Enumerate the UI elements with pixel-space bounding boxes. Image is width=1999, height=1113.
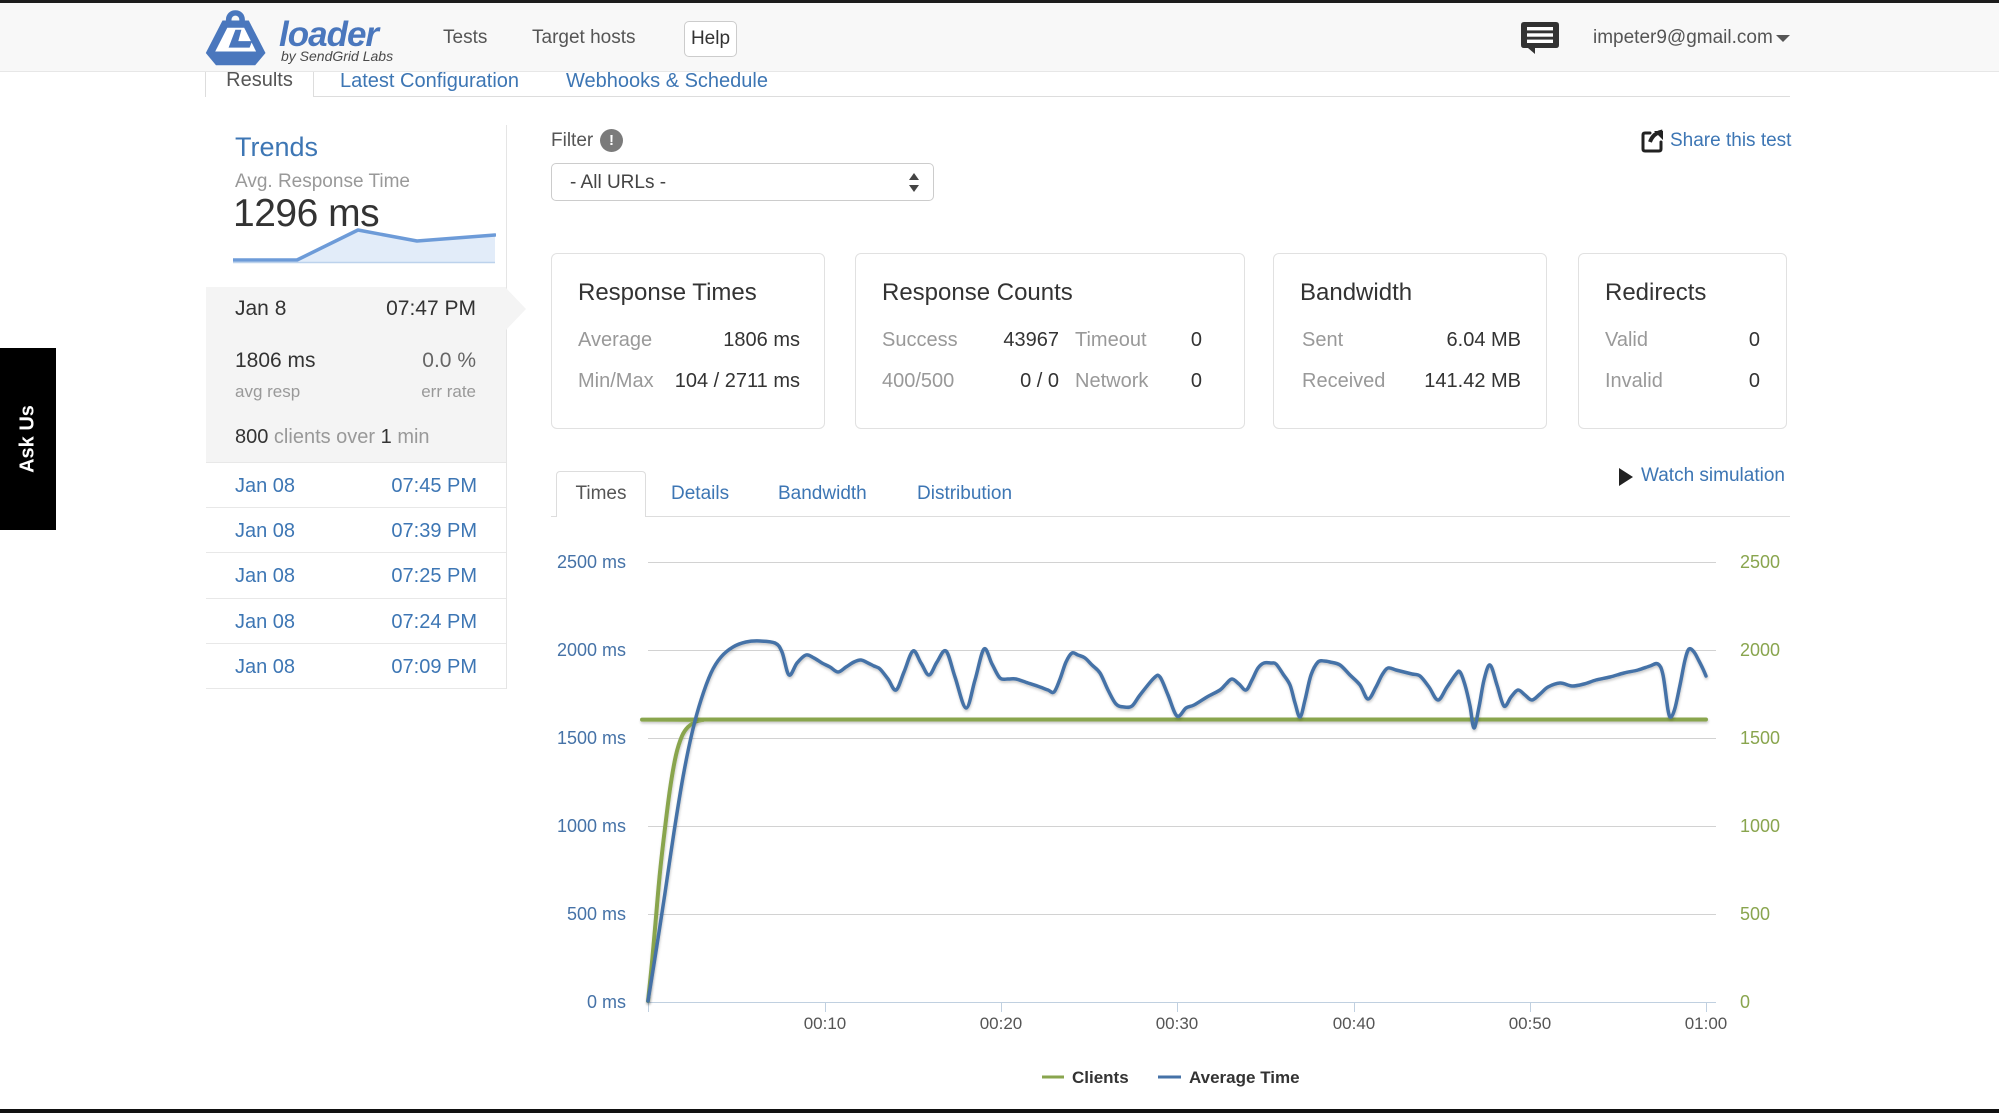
svg-text:00:40: 00:40	[1333, 1014, 1376, 1033]
svg-text:00:30: 00:30	[1156, 1014, 1199, 1033]
svg-text:2000 ms: 2000 ms	[557, 640, 626, 660]
svg-text:2500: 2500	[1740, 552, 1780, 572]
svg-text:Average Time: Average Time	[1189, 1068, 1300, 1087]
svg-text:1500: 1500	[1740, 728, 1780, 748]
svg-text:01:00: 01:00	[1685, 1014, 1728, 1033]
svg-text:2500 ms: 2500 ms	[557, 552, 626, 572]
svg-text:1000 ms: 1000 ms	[557, 816, 626, 836]
svg-text:00:20: 00:20	[980, 1014, 1023, 1033]
svg-text:0 ms: 0 ms	[587, 992, 626, 1012]
svg-text:Clients: Clients	[1072, 1068, 1129, 1087]
svg-text:00:10: 00:10	[804, 1014, 847, 1033]
svg-text:1000: 1000	[1740, 816, 1780, 836]
svg-text:2000: 2000	[1740, 640, 1780, 660]
svg-text:1500 ms: 1500 ms	[557, 728, 626, 748]
svg-text:500: 500	[1740, 904, 1770, 924]
svg-text:00:50: 00:50	[1509, 1014, 1552, 1033]
svg-text:0: 0	[1740, 992, 1750, 1012]
svg-text:500 ms: 500 ms	[567, 904, 626, 924]
